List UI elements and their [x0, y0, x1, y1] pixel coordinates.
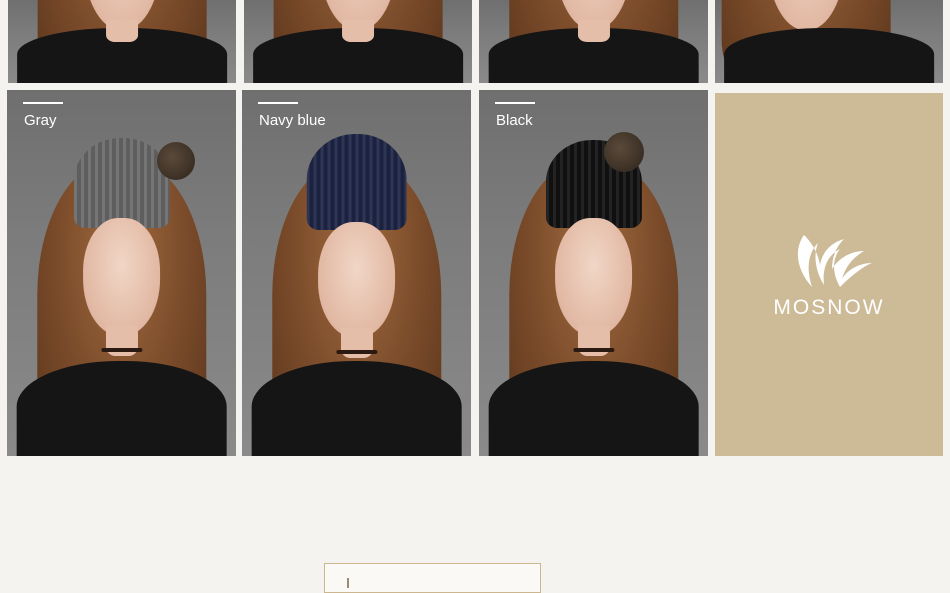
beanie-hat — [73, 138, 170, 228]
button-glyph — [347, 578, 349, 588]
variant-photo-gray[interactable]: Gray — [7, 90, 236, 456]
brand-name: MOSNOW — [773, 296, 885, 319]
label-underline — [258, 102, 298, 104]
beanie-hat — [306, 134, 407, 230]
label-underline — [495, 102, 535, 104]
top-photo-2 — [244, 0, 472, 83]
wing-leaf-logo-icon — [797, 235, 872, 287]
pompom — [157, 142, 195, 180]
label-underline — [23, 102, 63, 104]
pompom — [604, 132, 644, 172]
partial-button[interactable] — [324, 563, 541, 593]
variant-label: Gray — [24, 112, 57, 129]
variant-photo-black[interactable]: Black — [479, 90, 708, 456]
variant-label: Navy blue — [259, 112, 326, 129]
variant-photo-navy-blue[interactable]: Navy blue — [242, 90, 471, 456]
top-photo-3 — [479, 0, 708, 83]
top-photo-1 — [8, 0, 236, 83]
variant-label: Black — [496, 112, 533, 129]
top-photo-4 — [715, 0, 943, 83]
brand-tile: MOSNOW — [715, 93, 943, 456]
